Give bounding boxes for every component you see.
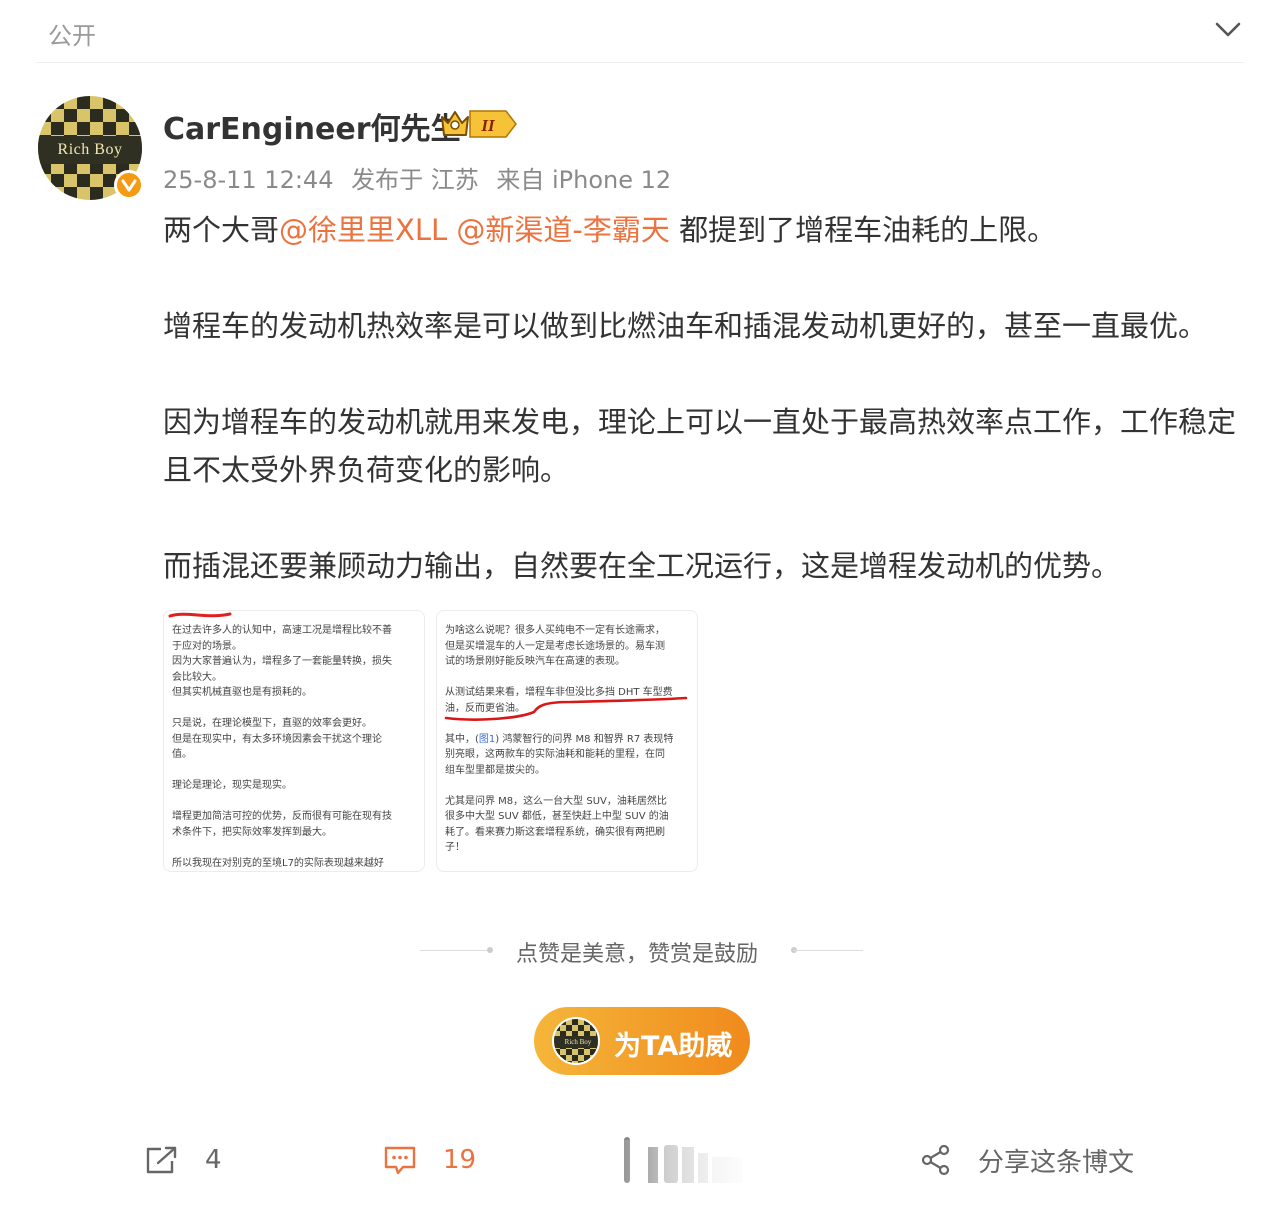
post-source: 来自 iPhone 12: [496, 166, 672, 194]
image-text-segment: 其中，(: [445, 733, 479, 745]
reward-divider-right: [793, 950, 863, 951]
like-thumb-icon: [624, 1137, 742, 1183]
image-text-line: [172, 701, 416, 717]
image-text-line: 尤其是问界 M8，这么一台大型 SUV，油耗居然比: [445, 795, 667, 807]
share-label: 分享这条博文: [978, 1147, 1135, 1178]
cheer-avatar-text: Rich Boy: [554, 1036, 598, 1048]
cheer-avatar: Rich Boy: [552, 1017, 600, 1065]
image-text-line: 从测试结果来看，增程车非但没比多挡 DHT 车型费: [445, 687, 673, 698]
image-1-text: 在过去许多人的认知中，高速工况是增程比较不善 于应对的场景。因为大家普遍认为，增程…: [172, 623, 416, 871]
weibo-post-card: 公开 Rich Boy CarEngineer何先生 II 25-8-11 12…: [0, 0, 1274, 1206]
image-text-line: 因为大家普遍认为，增程多了一套能量转换，损失: [172, 656, 392, 667]
image-text-line: [172, 840, 416, 856]
header-divider: [36, 62, 1244, 63]
image-text-line: [172, 763, 416, 779]
post-paragraph-4: 而插混还要兼顾动力输出，自然要在全工况运行，这是增程发动机的优势。: [163, 549, 1121, 583]
image-text-line: [172, 794, 416, 810]
image-text-line: 但其实机械直驱也是有损耗的。: [172, 687, 312, 698]
intro-text: 两个大哥: [163, 213, 280, 247]
collapse-button[interactable]: [1212, 14, 1244, 46]
like-button[interactable]: [612, 1137, 768, 1183]
intro-after-text: 都提到了增程车油耗的上限。: [669, 213, 1057, 247]
share-button[interactable]: 分享这条博文: [920, 1138, 1134, 1182]
v-mark-icon: [121, 179, 137, 192]
image-text-line: 很多中大型 SUV 都低，甚至快赶上中型 SUV 的油: [445, 811, 669, 822]
avatar-band: Rich Boy: [38, 136, 142, 164]
image-text-line: 油，反而更省油。: [445, 702, 525, 714]
verified-v-icon: [114, 170, 144, 200]
image-text-line: 但是买增混车的人一定是考虑长途场景的。易车测: [445, 640, 665, 652]
post-paragraph-1: 两个大哥@徐里里XLL @新渠道-李霸天 都提到了增程车油耗的上限。: [163, 206, 1248, 254]
mention-link-2[interactable]: @新渠道-李霸天: [456, 213, 669, 247]
post-image-1[interactable]: 在过去许多人的认知中，高速工况是增程比较不善 于应对的场景。因为大家普遍认为，增程…: [163, 610, 425, 872]
post-timestamp[interactable]: 25-8-11 12:44: [163, 166, 333, 194]
image-text-line: 耗了。看来赛力斯这套增程系统，确实很有两把刷: [445, 826, 665, 838]
image-text-line: 试的场景刚好能反映汽车在高速的表现。: [445, 656, 625, 667]
image-text-line: 在过去许多人的认知中，高速工况是增程比较不善: [172, 625, 392, 636]
repost-icon: [146, 1146, 177, 1174]
image-text-line: 为啥这么说呢？很多人买纯电不一定有长途需求，: [445, 625, 665, 636]
share-icon: [921, 1144, 950, 1176]
image-text-line: 于应对的场景。: [172, 640, 242, 652]
visibility-label: 公开: [48, 22, 96, 50]
comment-count: 19: [443, 1145, 477, 1175]
image-text-line: 增程更加简洁可控的优势，反而很有可能在现有技: [172, 811, 392, 822]
post-paragraph-2: 增程车的发动机热效率是可以做到比燃油车和插混发动机更好的，甚至一直最优。: [163, 309, 1208, 343]
author-name[interactable]: CarEngineer何先生: [163, 104, 461, 148]
image-text-line: 别亮眼，这两款车的实际油耗和能耗的里程，在同: [445, 749, 665, 760]
post-image-2[interactable]: 为啥这么说呢？很多人买纯电不一定有长途需求， 但是买增混车的人一定是考虑长途场景的…: [436, 610, 698, 872]
image-text-line: [445, 778, 689, 794]
image-figure-ref: 图1: [478, 733, 496, 745]
cheer-button-label: 为TA助威: [614, 1031, 733, 1062]
user-level-badge[interactable]: II: [440, 108, 518, 140]
image-text-line: 理论是理论，现实是现实。: [172, 780, 292, 791]
crown-level-icon: II: [441, 110, 517, 138]
comment-icon: [384, 1146, 416, 1175]
post-location: 发布于 江苏: [351, 166, 479, 194]
avatar-text: Rich Boy: [57, 141, 123, 158]
image-text-segment: ) 鸿蒙智行的问界 M8 和智界 R7 表现特: [495, 733, 674, 745]
image-text-line: [445, 716, 689, 732]
image-text-line: 术条件下，把实际效率发挥到最大。: [172, 826, 332, 838]
image-text-line: 只是说，在理论模型下，直驱的效率会更好。: [172, 718, 372, 729]
image-2-text: 为啥这么说呢？很多人买纯电不一定有长途需求， 但是买增混车的人一定是考虑长途场景的…: [445, 623, 689, 856]
repost-count: 4: [205, 1145, 222, 1175]
level-text: II: [480, 116, 496, 135]
post-meta: 25-8-11 12:44 发布于 江苏 来自 iPhone 12: [163, 160, 681, 195]
mention-link-1[interactable]: @徐里里XLL: [279, 213, 447, 247]
reward-slogan: 点赞是美意，赞赏是鼓励: [515, 942, 758, 967]
comment-button[interactable]: 19: [383, 1138, 476, 1182]
post-paragraph-3: 因为增程车的发动机就用来发电，理论上可以一直处于最高热效率点工作，工作稳定且不太…: [163, 405, 1237, 487]
cheer-button[interactable]: Rich Boy 为TA助威: [534, 1007, 750, 1075]
post-body: 两个大哥@徐里里XLL @新渠道-李霸天 都提到了增程车油耗的上限。 增程车的发…: [163, 206, 1248, 638]
image-text-line: [445, 670, 689, 686]
image-text-line: 值。: [172, 749, 192, 760]
repost-button[interactable]: 4: [145, 1138, 222, 1182]
image-text-line: 其中，(图1) 鸿蒙智行的问界 M8 和智界 R7 表现特: [445, 732, 689, 748]
image-text-line: 会比较大。: [172, 671, 222, 683]
chevron-down-icon: [1215, 22, 1241, 37]
image-text-line: 所以我现在对别克的至境L7的实际表现越来越好: [172, 857, 384, 869]
image-text-line: 组车型里都是拔尖的。: [445, 764, 545, 776]
image-text-line: 但是在现实中，有太多环境因素会干扰这个理论: [172, 733, 382, 745]
image-text-line: 子！: [445, 842, 465, 853]
